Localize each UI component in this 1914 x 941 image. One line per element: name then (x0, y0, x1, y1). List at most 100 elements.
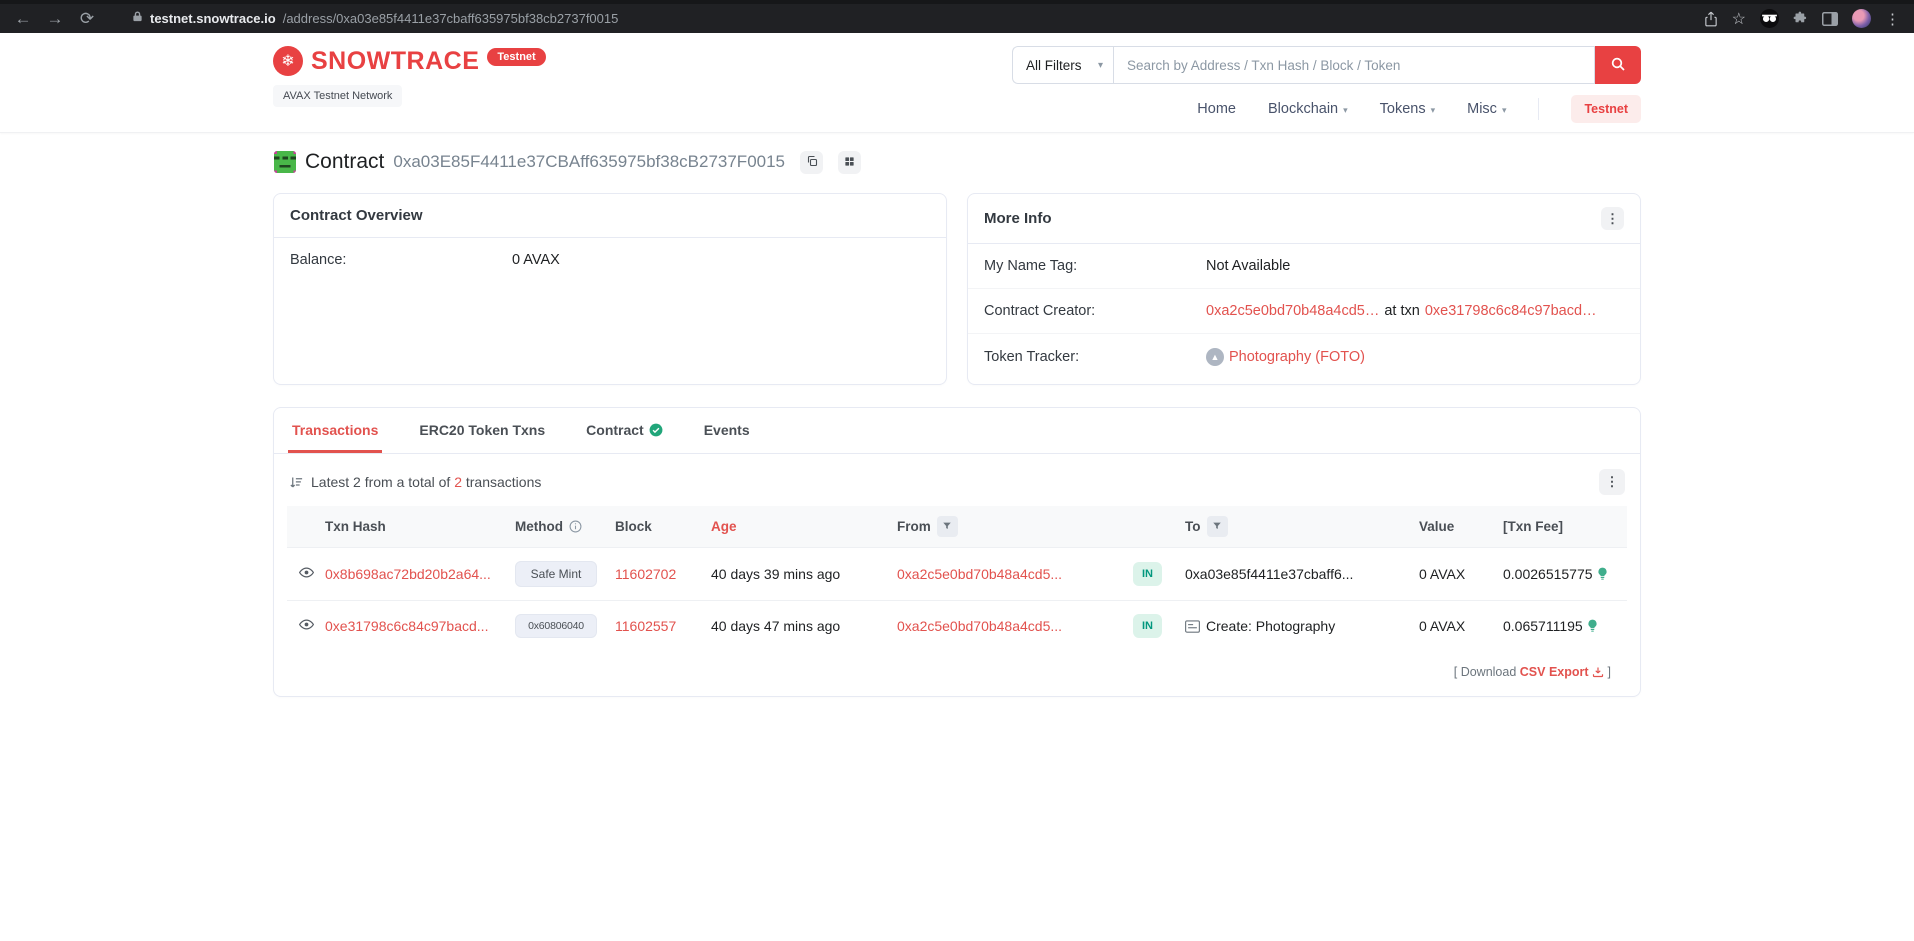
to-contract-name: Create: Photography (1206, 618, 1335, 634)
tab-transactions[interactable]: Transactions (288, 408, 382, 453)
tab-erc20-token-txns[interactable]: ERC20 Token Txns (415, 408, 549, 453)
eye-icon (299, 617, 314, 635)
transactions-total-count: 2 (454, 474, 462, 490)
col-value: Value (1419, 506, 1503, 548)
copy-address-button[interactable] (800, 151, 823, 174)
nav-item-misc[interactable]: Misc ▾ (1467, 101, 1506, 117)
url-path: /address/0xa03e85f4411e37cbaff635975bf38… (283, 11, 619, 26)
more-info-card: More Info ⋮ My Name Tag: Not Available C… (967, 193, 1641, 385)
col-age[interactable]: Age (711, 506, 897, 548)
contract-address: 0xa03E85F4411e37CBAff635975bf38cB2737F00… (393, 152, 785, 172)
txn-hash-link[interactable]: 0x8b698ac72bd20b2a64... (325, 566, 491, 582)
tab-contract[interactable]: Contract (582, 408, 667, 453)
share-icon[interactable] (1704, 11, 1718, 27)
nav-item-home[interactable]: Home (1197, 101, 1236, 117)
transactions-table: Txn Hash Method Block Age (287, 506, 1627, 651)
tab-bar: Transactions ERC20 Token Txns Contract E… (274, 408, 1640, 454)
chevron-down-icon: ▾ (1098, 60, 1103, 71)
browser-toolbar: ← → ⟳ testnet.snowtrace.io/address/0xa03… (0, 0, 1914, 33)
testnet-network-button[interactable]: Testnet (1571, 95, 1641, 123)
search-filter-label: All Filters (1026, 58, 1082, 73)
browser-menu-icon[interactable]: ⋮ (1885, 10, 1900, 28)
table-header-row: Txn Hash Method Block Age (287, 506, 1627, 548)
direction-badge: IN (1133, 562, 1162, 586)
search-button[interactable] (1595, 46, 1641, 84)
chevron-down-icon: ▾ (1431, 105, 1436, 116)
search-bar: All Filters ▾ (1012, 46, 1641, 84)
value-cell: 0 AVAX (1419, 548, 1503, 601)
transactions-card: Transactions ERC20 Token Txns Contract E… (273, 407, 1641, 697)
txn-hash-link[interactable]: 0xe31798c6c84c97bacd... (325, 618, 488, 634)
eye-icon (299, 565, 314, 583)
copy-icon (806, 155, 818, 170)
txn-fee-value: 0.065711195 (1503, 618, 1583, 634)
side-panel-icon[interactable] (1822, 12, 1838, 26)
page-title: Contract (305, 150, 384, 174)
from-address-link[interactable]: 0xa2c5e0bd70b48a4cd5... (897, 618, 1062, 634)
contract-blockies-avatar (274, 151, 296, 173)
brand-logo[interactable]: ❄ SNOWTRACE Testnet (273, 46, 546, 76)
token-tracker-label: Token Tracker: (984, 349, 1206, 365)
csv-export-link[interactable]: CSV Export (1520, 665, 1589, 679)
age-value: 40 days 39 mins ago (711, 548, 897, 601)
filter-funnel-icon (942, 519, 952, 534)
nav-item-tokens[interactable]: Tokens ▾ (1380, 101, 1435, 117)
csv-export-row: [ Download CSV Export ] (287, 651, 1627, 696)
url-host: testnet.snowtrace.io (150, 11, 276, 26)
table-menu-button[interactable]: ⋮ (1599, 469, 1625, 495)
extension-avatar-icon[interactable] (1760, 9, 1779, 28)
preview-txn-button[interactable] (299, 565, 314, 583)
table-row: 0xe31798c6c84c97bacd... 0x60806040 11602… (287, 601, 1627, 652)
browser-back-icon[interactable]: ← (10, 6, 36, 32)
col-txn-hash: Txn Hash (325, 506, 515, 548)
qr-code-button[interactable] (838, 151, 861, 174)
chevron-down-icon: ▾ (1502, 105, 1507, 116)
search-input[interactable] (1113, 46, 1595, 84)
site-header: ❄ SNOWTRACE Testnet AVAX Testnet Network… (0, 33, 1914, 133)
network-label: AVAX Testnet Network (273, 85, 402, 107)
snowflake-logo-icon: ❄ (273, 46, 303, 76)
tab-events[interactable]: Events (700, 408, 754, 453)
qr-code-icon (844, 155, 855, 170)
method-badge[interactable]: 0x60806040 (515, 614, 597, 638)
browser-refresh-icon[interactable]: ⟳ (74, 6, 100, 32)
block-link[interactable]: 11602702 (615, 566, 676, 582)
browser-forward-icon[interactable]: → (42, 6, 68, 32)
creator-txn-link[interactable]: 0xe31798c6c84c97bacd… (1425, 303, 1597, 319)
table-row: 0x8b698ac72bd20b2a64... Safe Mint 116027… (287, 548, 1627, 601)
brand-testnet-badge: Testnet (487, 48, 545, 66)
preview-txn-button[interactable] (299, 617, 314, 635)
gas-lightbulb-icon[interactable] (1597, 567, 1608, 581)
age-value: 40 days 47 mins ago (711, 601, 897, 652)
creator-address-link[interactable]: 0xa2c5e0bd70b48a4cd5… (1206, 303, 1379, 319)
token-tracker-link[interactable]: Photography (FOTO) (1229, 349, 1365, 365)
download-icon (1592, 665, 1607, 679)
overview-card-title: Contract Overview (290, 207, 423, 224)
col-txn-fee: [Txn Fee] (1503, 506, 1627, 548)
col-direction (1133, 506, 1185, 548)
to-filter-button[interactable] (1207, 516, 1228, 537)
page-title-row: Contract 0xa03E85F4411e37CBAff635975bf38… (273, 150, 1641, 174)
kebab-menu-icon: ⋮ (1606, 211, 1619, 227)
nav-item-blockchain[interactable]: Blockchain ▾ (1268, 101, 1348, 117)
col-eye (287, 506, 325, 548)
block-link[interactable]: 11602557 (615, 618, 676, 634)
more-info-menu-button[interactable]: ⋮ (1601, 207, 1624, 230)
kebab-menu-icon: ⋮ (1606, 474, 1619, 490)
extensions-puzzle-icon[interactable] (1793, 11, 1808, 26)
contract-creator-label: Contract Creator: (984, 303, 1206, 319)
from-filter-button[interactable] (937, 516, 958, 537)
from-address-link[interactable]: 0xa2c5e0bd70b48a4cd5... (897, 566, 1062, 582)
token-tracker-row: Token Tracker: ▲ Photography (FOTO) (968, 333, 1640, 380)
address-bar[interactable]: testnet.snowtrace.io/address/0xa03e85f44… (132, 10, 1698, 28)
gas-lightbulb-icon[interactable] (1587, 619, 1598, 633)
col-method: Method (515, 506, 615, 548)
col-to: To (1185, 506, 1419, 548)
search-filter-dropdown[interactable]: All Filters ▾ (1012, 46, 1113, 84)
sort-icon (289, 475, 304, 490)
info-icon[interactable] (569, 520, 582, 533)
method-badge[interactable]: Safe Mint (515, 561, 597, 587)
bookmark-star-icon[interactable]: ☆ (1732, 9, 1746, 29)
profile-avatar[interactable] (1852, 9, 1871, 28)
at-txn-text: at txn (1384, 303, 1419, 319)
